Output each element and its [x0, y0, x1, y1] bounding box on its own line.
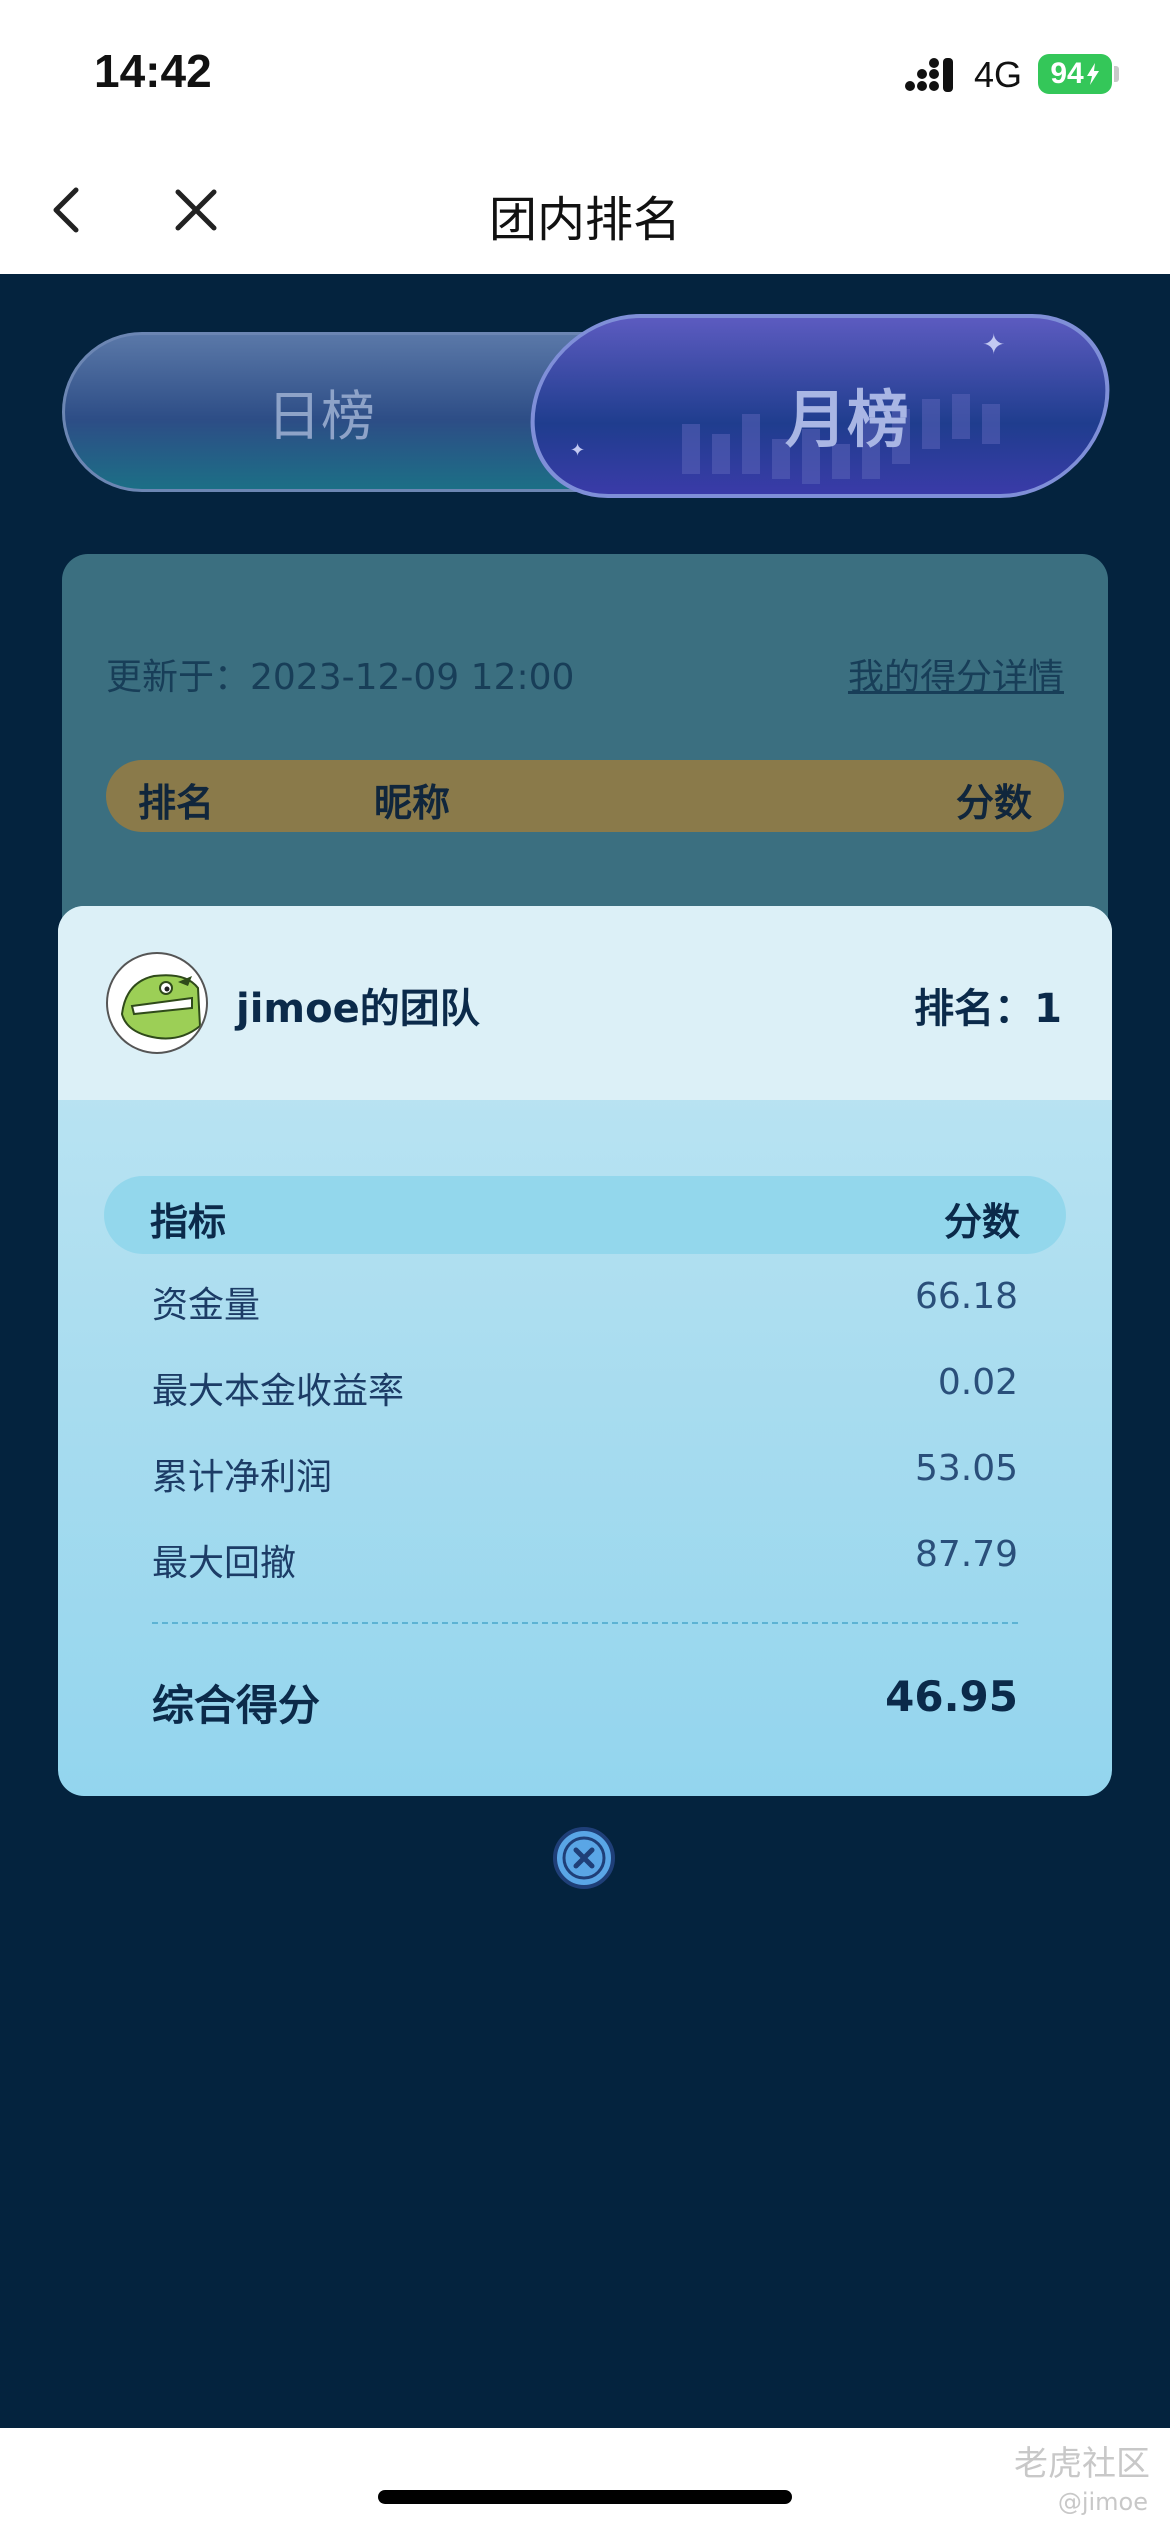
column-score: 分数 [955, 781, 1032, 825]
tab-daily-label[interactable]: 日榜 [267, 372, 375, 451]
battery-cap [1114, 66, 1119, 82]
network-label: 4G [974, 54, 1023, 95]
battery-level: 94 [1050, 57, 1084, 90]
home-indicator[interactable] [378, 2490, 792, 2504]
divider [152, 1622, 1018, 1624]
metric-column-label: 指标 [150, 1200, 227, 1244]
metric-table-header: 指标 分数 [104, 1176, 1066, 1254]
total-score-label: 综合得分 [152, 1681, 321, 1730]
metric-name: 资金量 [152, 1285, 261, 1326]
metric-value: 66.18 [914, 1276, 1018, 1317]
dinosaur-avatar-icon [120, 974, 202, 1040]
metric-value: 53.05 [914, 1448, 1018, 1489]
update-time: 更新于：2023-12-09 12:00 [106, 657, 575, 698]
score-column-label: 分数 [943, 1200, 1020, 1244]
modal-header: jimoe的团队 排名：1 [58, 906, 1112, 1100]
status-time: 14:42 [94, 45, 212, 97]
column-rank: 排名 [138, 781, 215, 825]
battery-icon: 94 [1038, 54, 1112, 94]
watermark: 老虎社区 [1014, 2444, 1150, 2484]
team-name: jimoe的团队 [236, 986, 480, 1032]
watermark-handle: @jimoe [1057, 2488, 1148, 2516]
status-bar: 14:42 4G 94 [0, 0, 1170, 150]
metric-row: 资金量 66.18 [152, 1276, 1018, 1336]
total-score-value: 46.95 [885, 1672, 1018, 1721]
metric-name: 最大回撤 [152, 1543, 297, 1584]
metric-row: 累计净利润 53.05 [152, 1448, 1018, 1508]
close-modal-icon[interactable] [552, 1826, 616, 1890]
sparkle-icon: ✦ [982, 328, 1006, 361]
metric-row: 最大回撤 87.79 [152, 1534, 1018, 1594]
score-detail-link[interactable]: 我的得分详情 [848, 648, 1064, 700]
tab-bar: 日榜 月榜 ✦ ✦ [62, 314, 1125, 498]
metric-name: 最大本金收益率 [152, 1371, 405, 1412]
sparkle-icon: ✦ [570, 440, 586, 461]
metric-value: 87.79 [914, 1534, 1018, 1575]
metric-name: 累计净利润 [152, 1457, 333, 1498]
score-detail-modal: jimoe的团队 排名：1 指标 分数 资金量 66.18 最大本金收益率 0.… [58, 906, 1112, 1796]
nav-bar: 团内排名 [0, 150, 1170, 274]
column-nickname: 昵称 [374, 781, 451, 825]
tab-monthly-label[interactable]: 月榜 [785, 369, 909, 459]
metric-value: 0.02 [937, 1362, 1018, 1403]
metric-row: 最大本金收益率 0.02 [152, 1362, 1018, 1422]
charging-icon [1086, 63, 1099, 85]
page-title: 团内排名 [488, 192, 681, 248]
team-rank: 排名：1 [914, 986, 1062, 1032]
signal-icon [905, 58, 953, 92]
avatar [106, 952, 208, 1054]
ranking-header: 排名 昵称 分数 [106, 760, 1064, 832]
